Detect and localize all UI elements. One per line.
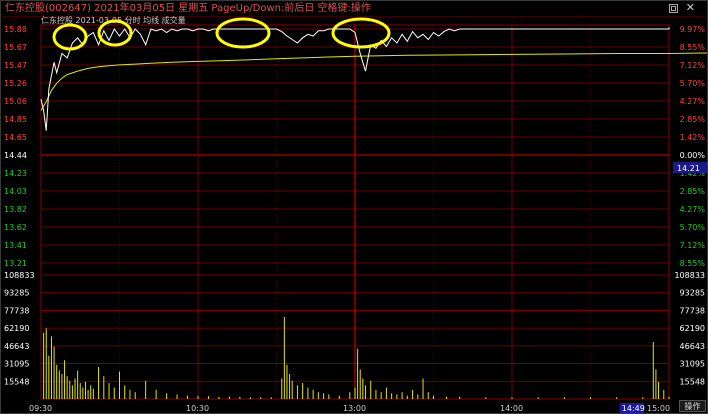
volume-tick-label: 108833 xyxy=(4,271,35,280)
volume-tick-label-right: 77738 xyxy=(680,306,705,315)
price-tick-label: 14.65 xyxy=(4,133,27,142)
pct-tick-label: 5.70% xyxy=(680,79,706,88)
volume-tick-label-right: 15548 xyxy=(680,377,705,386)
price-tick-label: 13.41 xyxy=(4,241,27,250)
pct-tick-label: 9.97% xyxy=(680,25,706,34)
pct-tick-label: 8.55% xyxy=(680,43,706,52)
price-tick-label: 13.21 xyxy=(4,259,27,268)
price-tick-label: 14.85 xyxy=(4,115,27,124)
pct-tick-label: 4.27% xyxy=(680,97,706,106)
price-tick-label: 15.88 xyxy=(4,25,27,34)
pct-tick-label: 7.12% xyxy=(680,241,706,250)
price-tick-label: 13.62 xyxy=(4,223,27,232)
pct-tick-label: 8.55% xyxy=(680,259,706,268)
volume-tick-label-right: 31095 xyxy=(680,360,705,369)
price-tick-label: 13.82 xyxy=(4,205,27,214)
highlight-ellipse xyxy=(215,17,271,49)
volume-tick-label-right: 108833 xyxy=(674,271,705,280)
price-tick-label: 15.47 xyxy=(4,61,27,70)
price-tick-label: 15.06 xyxy=(4,97,27,106)
volume-tick-label-right: 46643 xyxy=(680,342,705,351)
time-tick-label: 15:00 xyxy=(647,404,670,413)
pct-tick-label: 5.70% xyxy=(680,223,706,232)
volume-tick-label: 31095 xyxy=(4,360,29,369)
app-window: 仁东控股(002647) 2021年03月05日 星期五 PageUp/Down… xyxy=(0,0,708,414)
volume-tick-label: 15548 xyxy=(4,377,29,386)
current-price-label: 14.21 xyxy=(677,164,700,173)
avg-line xyxy=(40,52,707,111)
highlight-ellipse xyxy=(331,17,391,49)
pct-tick-label: 7.12% xyxy=(680,61,706,70)
time-tick-label: 14:00 xyxy=(500,404,523,413)
volume-tick-label: 77738 xyxy=(4,306,29,315)
intraday-chart[interactable]: 仁东控股 2021-03-05 分时 均线 成交量15.88 9.97%15.67… xyxy=(1,1,707,413)
volume-tick-label: 62190 xyxy=(4,324,29,333)
operate-button[interactable]: 操作 xyxy=(679,400,706,412)
price-tick-label: 15.26 xyxy=(4,79,27,88)
time-tick-label: 09:30 xyxy=(29,404,52,413)
pct-tick-label: 1.42% xyxy=(680,133,706,142)
pct-tick-label: 2.85% xyxy=(680,187,706,196)
pct-tick-label: 2.85% xyxy=(680,115,706,124)
volume-tick-label-right: 62190 xyxy=(680,324,705,333)
pct-tick-label: 4.27% xyxy=(680,205,706,214)
cursor-time-label: 14:49 xyxy=(622,404,645,413)
volume-tick-label: 46643 xyxy=(4,342,29,351)
pct-tick-label: 0.00% xyxy=(680,151,706,160)
price-tick-label: 15.67 xyxy=(4,43,27,52)
price-tick-label: 14.23 xyxy=(4,169,27,178)
volume-tick-label-right: 93285 xyxy=(680,289,705,298)
volume-tick-label: 93285 xyxy=(4,289,29,298)
price-tick-label: 14.44 xyxy=(4,151,27,160)
time-tick-label: 13:00 xyxy=(343,404,366,413)
price-tick-label: 14.03 xyxy=(4,187,27,196)
time-tick-label: 10:30 xyxy=(186,404,209,413)
